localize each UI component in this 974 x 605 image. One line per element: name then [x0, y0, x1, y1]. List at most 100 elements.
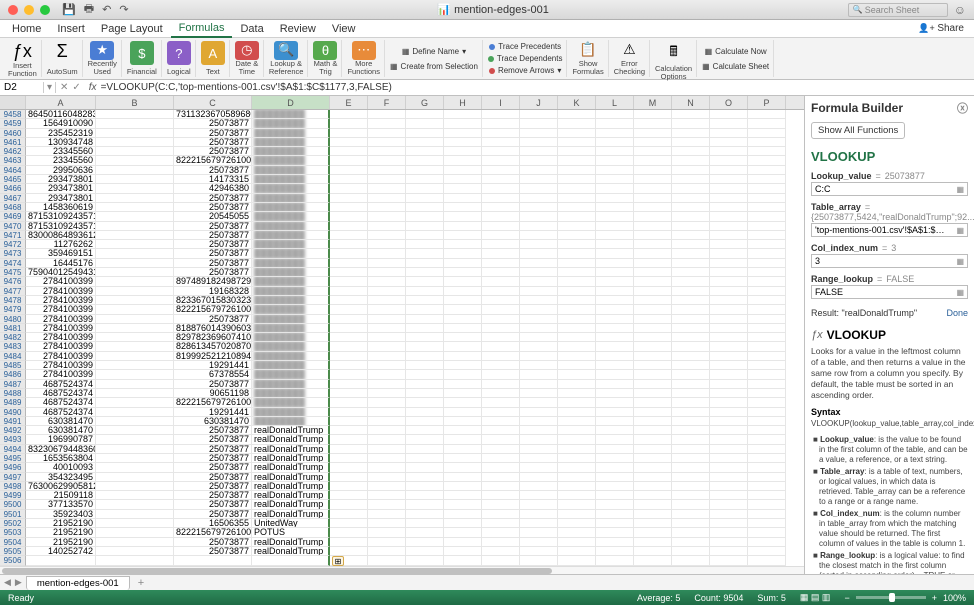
cell[interactable] — [748, 342, 786, 351]
cell[interactable] — [710, 352, 748, 361]
cell[interactable] — [520, 473, 558, 482]
cell[interactable] — [710, 408, 748, 417]
cell[interactable] — [672, 147, 710, 156]
math-trig-button[interactable]: θMath & Trig — [309, 40, 342, 77]
cell[interactable] — [520, 138, 558, 147]
row-header[interactable]: 9471 — [0, 231, 26, 240]
cell[interactable]: 871531092435718000 — [26, 222, 96, 231]
cell[interactable] — [444, 240, 482, 249]
cell[interactable] — [96, 110, 174, 119]
cell[interactable]: 897489182498729000 — [174, 277, 252, 286]
row-header[interactable]: 9497 — [0, 473, 26, 482]
cell[interactable] — [710, 491, 748, 500]
cell[interactable]: 25073877 — [174, 445, 252, 454]
cell[interactable] — [368, 435, 406, 444]
cell[interactable] — [96, 380, 174, 389]
cell[interactable]: ████████ — [252, 129, 330, 138]
row-header[interactable]: 9477 — [0, 287, 26, 296]
cell[interactable] — [710, 426, 748, 435]
financial-button[interactable]: $Financial — [123, 40, 162, 77]
table-row[interactable]: 94741644517625073877████████ — [0, 259, 804, 268]
cell[interactable] — [672, 240, 710, 249]
cell[interactable] — [710, 166, 748, 175]
cell[interactable] — [520, 556, 558, 565]
cell[interactable] — [520, 417, 558, 426]
cell[interactable] — [368, 463, 406, 472]
cell[interactable] — [672, 203, 710, 212]
cell[interactable] — [710, 445, 748, 454]
more-functions-button[interactable]: ⋯More Functions — [343, 40, 385, 77]
cell[interactable] — [672, 482, 710, 491]
cell[interactable] — [330, 380, 368, 389]
cell[interactable] — [558, 491, 596, 500]
cell[interactable] — [96, 231, 174, 240]
col-header[interactable]: N — [672, 96, 710, 109]
cell[interactable]: 823367015830323000 — [174, 296, 252, 305]
cell[interactable] — [330, 361, 368, 370]
cell[interactable] — [368, 473, 406, 482]
cell[interactable]: 377133570 — [26, 500, 96, 509]
cell[interactable] — [520, 166, 558, 175]
cell[interactable] — [406, 398, 444, 407]
cell[interactable] — [482, 417, 520, 426]
cell[interactable] — [482, 147, 520, 156]
cell[interactable] — [634, 324, 672, 333]
cell[interactable] — [672, 129, 710, 138]
cell[interactable]: realDonaldTrump — [252, 547, 330, 556]
cell[interactable]: 25073877 — [174, 547, 252, 556]
cell[interactable] — [520, 538, 558, 547]
table-row[interactable]: 94622334556025073877████████ — [0, 147, 804, 156]
cell[interactable] — [710, 519, 748, 528]
row-header[interactable]: 9481 — [0, 324, 26, 333]
table-row[interactable]: 946023545231925073877████████ — [0, 129, 804, 138]
cell[interactable] — [406, 463, 444, 472]
cell[interactable]: realDonaldTrump — [252, 473, 330, 482]
cell[interactable] — [330, 491, 368, 500]
cell[interactable] — [406, 194, 444, 203]
cell[interactable] — [672, 212, 710, 221]
cell[interactable] — [330, 147, 368, 156]
row-header[interactable]: 9482 — [0, 333, 26, 342]
cell[interactable] — [596, 342, 634, 351]
table-row[interactable]: 94894687524374822215679726100000████████ — [0, 398, 804, 407]
cell[interactable]: ████████ — [252, 268, 330, 277]
cell[interactable]: ████████ — [252, 203, 330, 212]
cell[interactable] — [330, 138, 368, 147]
cell[interactable] — [672, 231, 710, 240]
cell[interactable]: 29950636 — [26, 166, 96, 175]
cell[interactable] — [406, 296, 444, 305]
cell[interactable]: realDonaldTrump — [252, 435, 330, 444]
cell[interactable] — [558, 222, 596, 231]
cell[interactable] — [558, 538, 596, 547]
cell[interactable] — [96, 500, 174, 509]
cell[interactable]: 25073877 — [174, 194, 252, 203]
cell[interactable] — [520, 547, 558, 556]
cell[interactable] — [596, 435, 634, 444]
cell[interactable] — [444, 156, 482, 165]
cell[interactable] — [520, 324, 558, 333]
row-header[interactable]: 9498 — [0, 482, 26, 491]
cell[interactable]: 4687524374 — [26, 380, 96, 389]
cell[interactable]: 2784100399 — [26, 361, 96, 370]
cell[interactable] — [672, 287, 710, 296]
col-header[interactable]: E — [330, 96, 368, 109]
cell[interactable] — [26, 556, 96, 565]
cell[interactable] — [520, 398, 558, 407]
date-time-button[interactable]: ◷Date & Time — [231, 40, 264, 77]
cell[interactable]: 86450116048283000 — [26, 110, 96, 119]
cell[interactable]: 293473801 — [26, 194, 96, 203]
cell[interactable] — [558, 315, 596, 324]
accept-formula-icon[interactable]: ✓ — [72, 82, 80, 93]
cell[interactable]: 822215679726100000 — [174, 156, 252, 165]
cell[interactable] — [368, 398, 406, 407]
cell[interactable] — [330, 500, 368, 509]
table-row[interactable]: 94964001009325073877realDonaldTrump — [0, 463, 804, 472]
cell[interactable] — [330, 538, 368, 547]
table-row[interactable]: 9506 — [0, 556, 804, 565]
cell[interactable] — [710, 110, 748, 119]
cell[interactable] — [368, 426, 406, 435]
cell[interactable] — [406, 556, 444, 565]
cell[interactable] — [368, 482, 406, 491]
cell[interactable] — [482, 324, 520, 333]
lookup-value-input[interactable]: C:C▦ — [811, 182, 968, 196]
